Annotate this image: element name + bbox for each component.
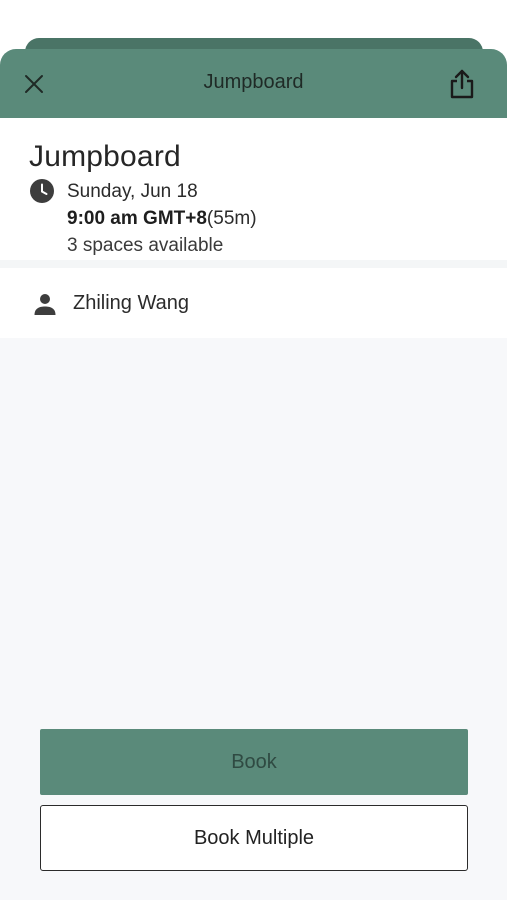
header-title: Jumpboard (203, 71, 304, 93)
share-icon (450, 69, 474, 99)
book-multiple-button[interactable]: Book Multiple (40, 805, 468, 871)
book-button[interactable]: Book (40, 729, 468, 795)
event-title: Jumpboard (29, 140, 181, 173)
instructor-row[interactable]: Zhiling Wang (0, 268, 507, 338)
section-divider (0, 260, 507, 268)
event-time-row: 9:00 am GMT+8(55m) (67, 208, 257, 230)
share-button[interactable] (445, 66, 479, 102)
person-icon (34, 294, 56, 315)
event-duration: (55m) (206, 208, 257, 229)
event-time: 9:00 am GMT+8 (67, 208, 207, 229)
spaces-available: 3 spaces available (67, 235, 224, 256)
event-date: Sunday, Jun 18 (67, 181, 198, 202)
event-info-section: Jumpboard Sunday, Jun 18 9:00 am GMT+8(5… (0, 118, 507, 260)
instructor-name: Zhiling Wang (73, 292, 189, 314)
clock-icon (30, 179, 54, 203)
header-bar: Jumpboard (0, 49, 507, 118)
